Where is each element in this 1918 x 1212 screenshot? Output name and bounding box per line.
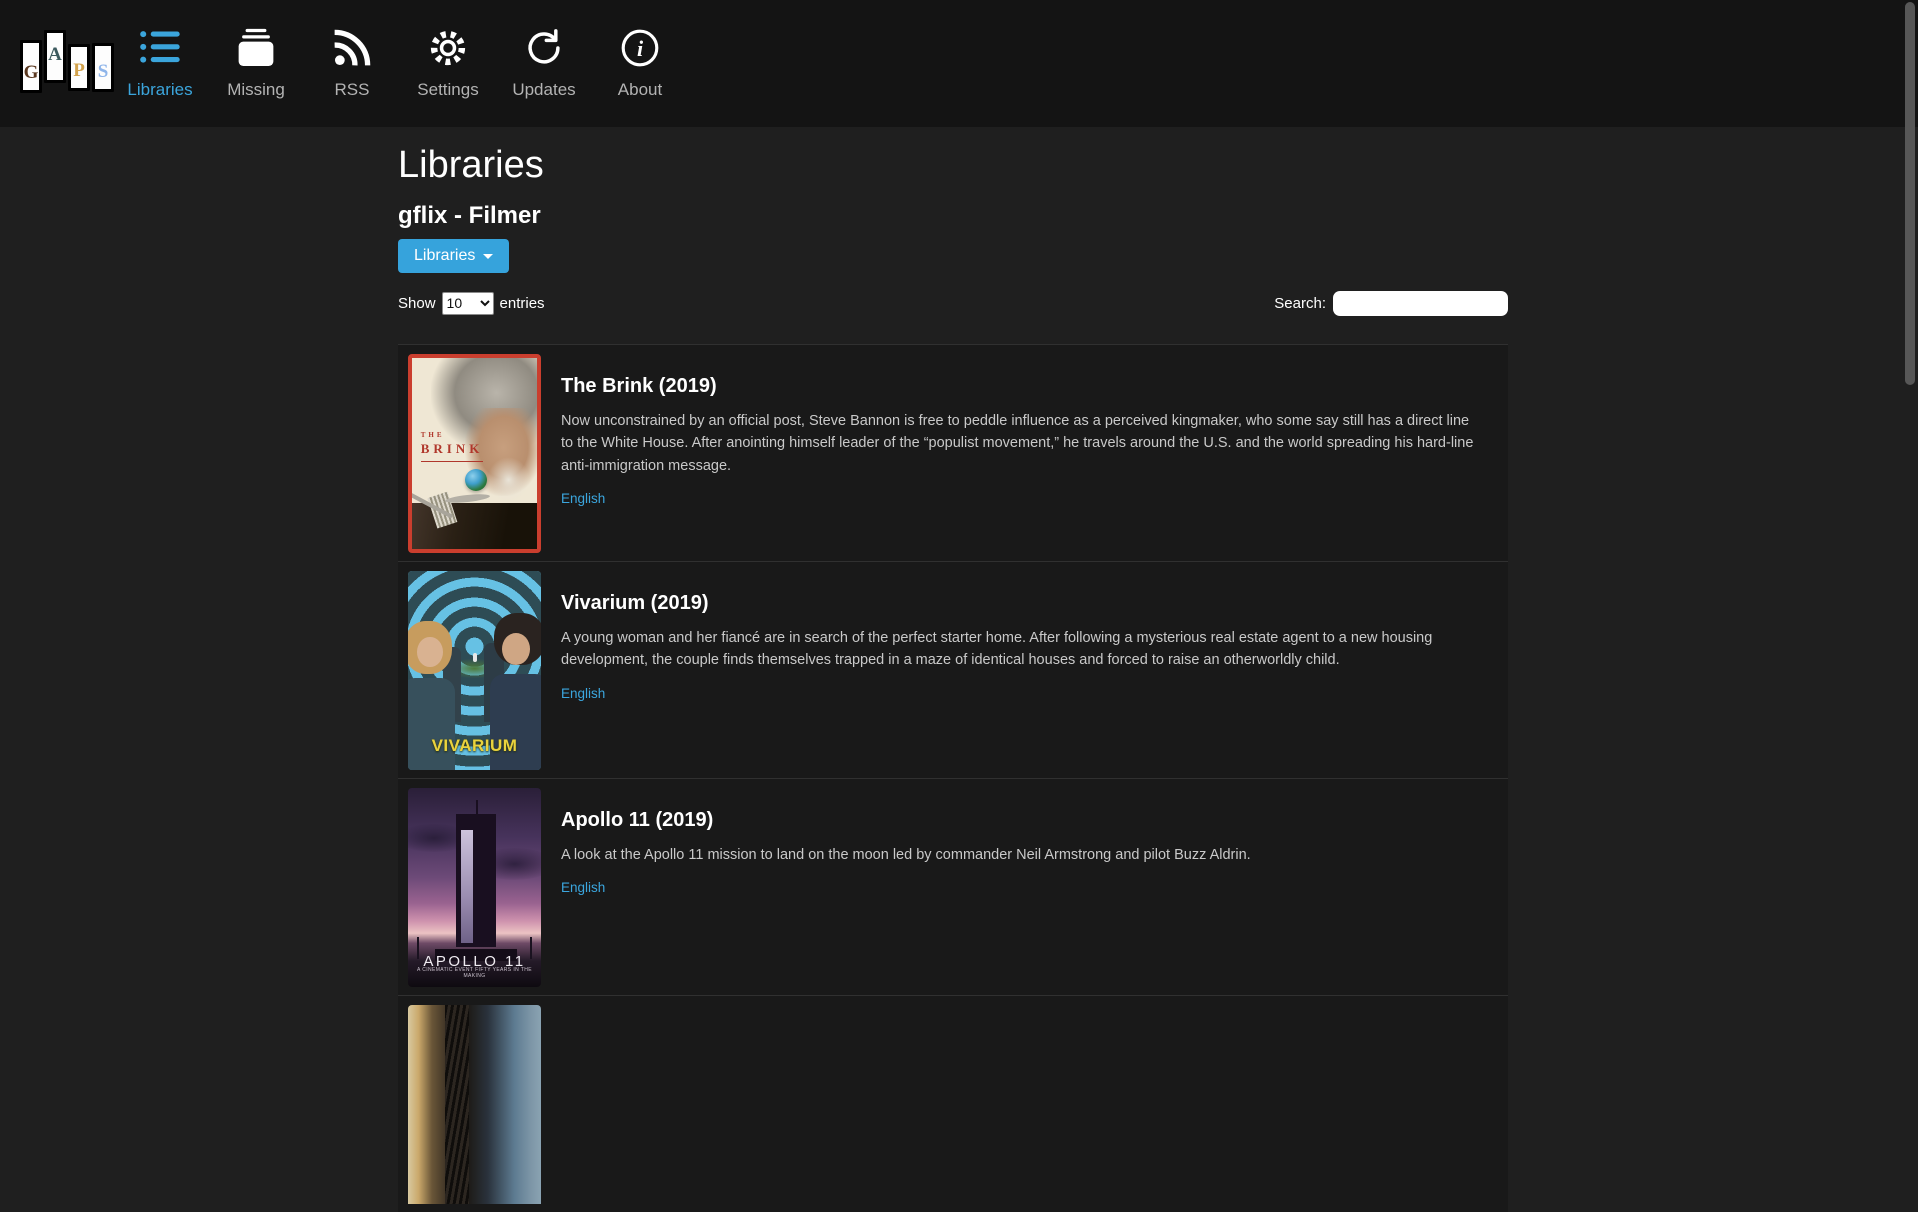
movie-row (398, 995, 1508, 1212)
poster-title-text: THE BRINK (421, 431, 484, 462)
app-logo[interactable]: GAPS (20, 20, 116, 102)
nav-menu: Libraries Missing RSS (112, 22, 688, 100)
search-input[interactable] (1333, 291, 1508, 316)
svg-text:i: i (637, 36, 644, 61)
logo-letter-p: P (68, 44, 90, 91)
poster-art (502, 633, 530, 665)
show-label: Show (398, 295, 436, 312)
poster-tagline-text: A CINEMATIC EVENT FIFTY YEARS IN THE MAK… (408, 967, 541, 979)
movie-description: A look at the Apollo 11 mission to land … (561, 844, 1476, 866)
movie-language-link[interactable]: English (561, 880, 605, 895)
movie-row: THE BRINK The Brink (2019) Now unconstra… (398, 344, 1508, 561)
info-icon: i (592, 22, 688, 74)
show-entries: Show 10 entries (398, 292, 545, 315)
poster-art (487, 457, 530, 503)
poster-art (417, 637, 442, 667)
chevron-down-icon (483, 254, 493, 259)
poster-art (408, 678, 455, 770)
movie-info (561, 1005, 1476, 1204)
movie-table: THE BRINK The Brink (2019) Now unconstra… (398, 344, 1508, 1212)
poster-art (444, 492, 489, 504)
nav-item-about[interactable]: i About (592, 22, 688, 100)
table-controls: Show 10 entries Search: (398, 290, 1508, 316)
navbar: GAPS Libraries Missing (0, 0, 1918, 127)
movie-poster[interactable]: APOLLO 11 A CINEMATIC EVENT FIFTY YEARS … (408, 788, 541, 987)
poster-art (445, 1005, 469, 1204)
nav-item-updates[interactable]: Updates (496, 22, 592, 100)
movie-title: Apollo 11 (2019) (561, 808, 1476, 832)
nav-item-settings[interactable]: Settings (400, 22, 496, 100)
movie-poster[interactable]: THE BRINK (408, 354, 541, 553)
libraries-dropdown-button[interactable]: Libraries (398, 239, 509, 273)
nav-item-libraries[interactable]: Libraries (112, 22, 208, 100)
movie-description: A young woman and her fiancé are in sear… (561, 627, 1476, 672)
logo-letter-s: S (92, 43, 114, 92)
inbox-stack-icon (208, 22, 304, 74)
library-name: gflix - Filmer (398, 202, 1508, 230)
search-label: Search: (1274, 295, 1326, 312)
nav-item-rss[interactable]: RSS (304, 22, 400, 100)
logo-letter-g: G (20, 40, 42, 93)
movie-info: Vivarium (2019) A young woman and her fi… (561, 571, 1476, 770)
main-content: Libraries gflix - Filmer Libraries Show … (398, 127, 1508, 1212)
list-icon (112, 22, 208, 74)
rss-icon (304, 22, 400, 74)
page-size-select[interactable]: 10 (442, 292, 494, 315)
poster-art (473, 653, 477, 662)
nav-item-missing[interactable]: Missing (208, 22, 304, 100)
movie-title: Vivarium (2019) (561, 591, 1476, 615)
gear-icon (400, 22, 496, 74)
movie-poster[interactable] (408, 1005, 541, 1204)
movie-language-link[interactable]: English (561, 491, 605, 506)
search-box: Search: (1274, 291, 1508, 316)
movie-info: Apollo 11 (2019) A look at the Apollo 11… (561, 788, 1476, 987)
poster-art (461, 830, 473, 943)
entries-label: entries (500, 295, 545, 312)
movie-row: APOLLO 11 A CINEMATIC EVENT FIFTY YEARS … (398, 778, 1508, 995)
logo-letter-a: A (44, 30, 66, 83)
movie-info: The Brink (2019) Now unconstrained by an… (561, 354, 1476, 553)
movie-poster[interactable]: VIVARIUM (408, 571, 541, 770)
movie-title: The Brink (2019) (561, 374, 1476, 398)
movie-language-link[interactable]: English (561, 686, 605, 701)
movie-description: Now unconstrained by an official post, S… (561, 410, 1476, 477)
poster-art (465, 469, 487, 491)
poster-title-text: VIVARIUM (408, 736, 541, 756)
page-title: Libraries (398, 145, 1508, 185)
scrollbar-thumb[interactable] (1905, 2, 1915, 385)
movie-row: VIVARIUM Vivarium (2019) A young woman a… (398, 561, 1508, 778)
refresh-icon (496, 22, 592, 74)
